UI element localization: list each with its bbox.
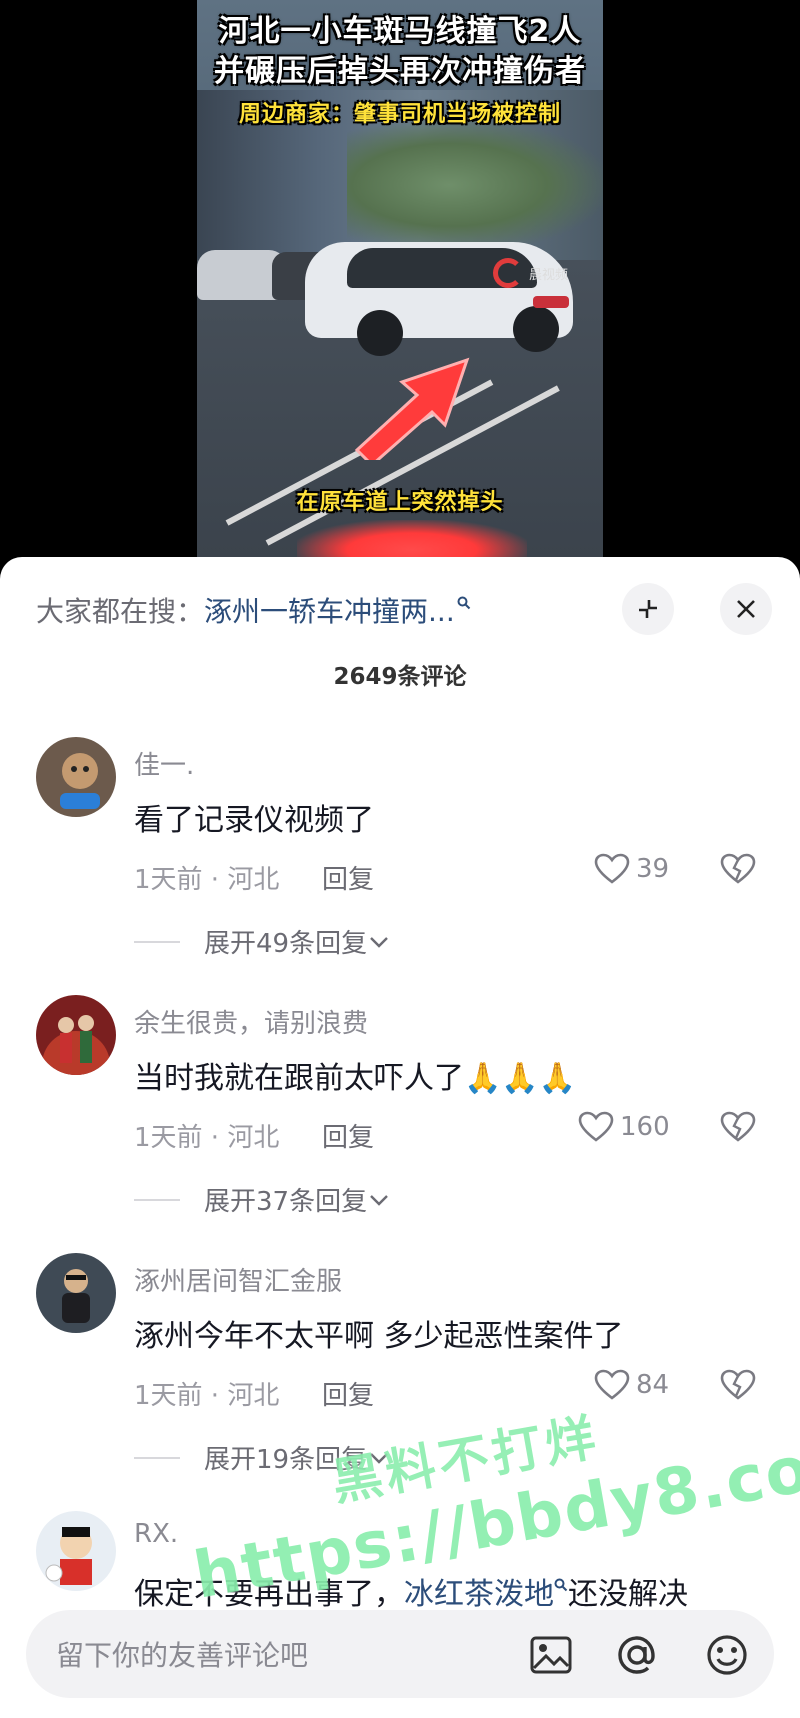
heart-icon [578,1111,614,1142]
heart-icon [594,1369,630,1400]
broken-heart-icon [720,1111,756,1142]
comment-username[interactable]: 余生很贵，请别浪费 [134,1003,368,1040]
comment-meta: 1天前 · 河北 [134,1381,280,1411]
comment-username[interactable]: 涿州居间智汇金服 [134,1261,342,1298]
expand-replies[interactable]: 展开49条回复 [134,923,391,960]
chevron-down-icon [370,936,388,948]
like-button[interactable]: 39 [594,853,669,885]
video-background-trees [347,120,603,250]
divider-dash [134,940,180,943]
comment-meta: 1天前 · 河北 [134,1123,280,1153]
avatar[interactable] [36,737,116,817]
comment-input-placeholder: 留下你的友善评论吧 [56,1639,309,1672]
search-prefix: 大家都在搜： [36,595,205,628]
dislike-button[interactable] [720,1369,756,1405]
car-wheel [513,306,559,352]
avatar[interactable] [36,995,116,1075]
expand-replies[interactable]: 展开37条回复 [134,1181,391,1218]
like-count: 84 [636,1370,670,1400]
dislike-button[interactable] [720,853,756,889]
broken-heart-icon [720,853,756,884]
avatar[interactable] [36,1511,116,1591]
comment-text-part: 还没解决 [568,1577,688,1612]
heart-icon [594,853,630,884]
divider-dash [134,1456,180,1459]
car-tail-light [533,296,569,308]
expand-replies-label: 展开37条回复 [204,1187,368,1217]
comment-count: 2649条评论 [333,664,467,690]
video-caption-line2: 并碾压后掉头再次冲撞伤者 [214,54,586,89]
collapse-arrows-icon[interactable] [622,583,674,635]
at-icon[interactable] [614,1632,660,1678]
like-button[interactable]: 84 [594,1369,669,1401]
like-button[interactable]: 160 [578,1111,670,1143]
like-count: 39 [636,854,670,884]
video-logo: 晨视频 [493,258,568,288]
emoji-icon[interactable] [704,1632,750,1678]
chevron-down-icon [370,1194,388,1206]
trending-search-bar[interactable]: 大家都在搜： 涿州一轿车冲撞两... [36,585,471,635]
comment-username[interactable]: RX. [134,1519,178,1549]
image-icon[interactable] [528,1632,574,1678]
search-term-link[interactable]: 涿州一轿车冲撞两... [204,590,455,630]
search-icon[interactable] [457,594,471,615]
reply-button[interactable]: 回复 [322,1117,374,1154]
video-bottom-caption: 在原车道上突然掉头 [296,490,504,515]
comment-input[interactable]: 留下你的友善评论吧 [26,1610,774,1698]
red-arrow-icon [354,357,470,460]
divider-dash [134,1198,180,1201]
avatar[interactable] [36,1253,116,1333]
comment-item: 余生很贵，请别浪费 当时我就在跟前太吓人了🙏🙏🙏 1天前 · 河北 回复 160… [0,995,800,1251]
red-arrow-partial [297,520,527,560]
reply-button[interactable]: 回复 [322,1375,374,1412]
comment-username[interactable]: 佳一. [134,745,194,782]
hashtag-link[interactable]: 冰红茶泼地 [404,1577,554,1612]
video-caption-line3: 周边商家：肇事司机当场被控制 [238,102,561,127]
comment-item: 佳一. 看了记录仪视频了 1天前 · 河北 回复 39 展开49条回复 [0,737,800,993]
search-icon[interactable] [554,1578,568,1592]
broken-heart-icon [720,1369,756,1400]
video-caption-line1: 河北一小车斑马线撞飞2人 [218,14,582,49]
logo-ring-icon [493,258,523,288]
comment-text: 看了记录仪视频了 [134,803,374,838]
comment-text: 当时我就在跟前太吓人了🙏🙏🙏 [134,1061,577,1096]
video-frame[interactable]: 晨视频 河北一小车斑马线撞飞2人 并碾压后掉头再次冲撞伤者 周边商家：肇事司机当… [197,0,603,560]
close-icon[interactable] [720,583,772,635]
logo-text: 晨视频 [529,267,569,283]
comment-meta: 1天前 · 河北 [134,865,280,895]
reply-button[interactable]: 回复 [322,859,374,896]
video-player[interactable]: 晨视频 河北一小车斑马线撞飞2人 并碾压后掉头再次冲撞伤者 周边商家：肇事司机当… [0,0,800,560]
comment-text: 涿州今年不太平啊 多少起恶性案件了 [134,1319,624,1354]
dislike-button[interactable] [720,1111,756,1147]
like-count: 160 [620,1112,670,1142]
expand-replies-label: 展开49条回复 [204,929,368,959]
